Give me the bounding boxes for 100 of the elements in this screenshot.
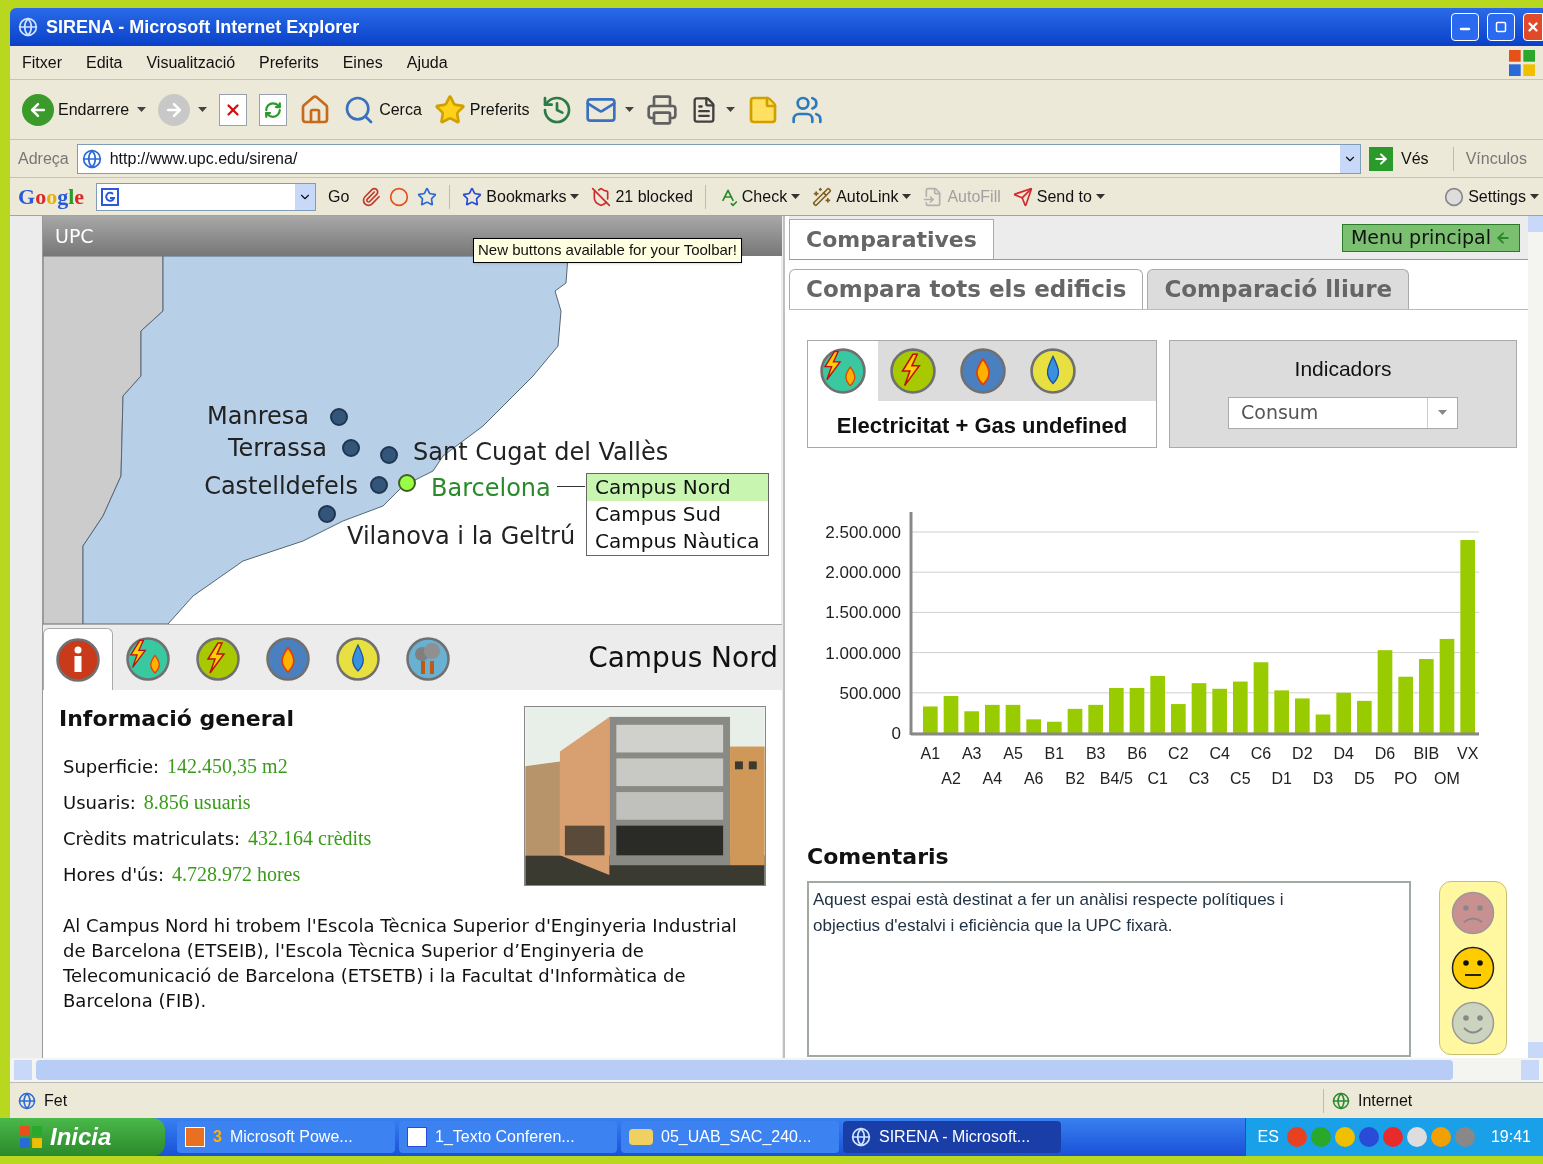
send-to-button[interactable]: Send to (1012, 184, 1105, 209)
y-tick-label: 2.000.000 (825, 563, 901, 583)
energy-tab[interactable] (808, 341, 878, 401)
taskbar-button[interactable]: SIRENA - Microsoft... (843, 1121, 1061, 1153)
category-tab[interactable] (43, 628, 113, 690)
spell-check-button[interactable]: Check (704, 184, 801, 209)
windows-logo-icon (20, 1126, 42, 1148)
city-label[interactable]: Vilanova i la Geltrú (347, 518, 576, 554)
bar (1336, 692, 1351, 733)
stop-button[interactable] (219, 93, 248, 126)
city-label[interactable]: Sant Cugat del Vallès (413, 434, 669, 470)
menu-item[interactable]: Ajuda (406, 50, 448, 75)
minimize-button[interactable] (1451, 13, 1479, 41)
caret-icon (791, 194, 801, 199)
bookmarks-button[interactable]: Bookmarks (449, 184, 580, 209)
maximize-button[interactable] (1487, 13, 1515, 41)
leader-line (557, 486, 585, 487)
links-label[interactable]: Vínculos (1452, 146, 1543, 171)
comment-box[interactable]: Aquest espai està destinat a fer un anàlisi respecte polítiques i objectius d'estalvi i eficiència que la UPC fixarà. (807, 881, 1411, 1057)
clock: 19:41 (1489, 1127, 1531, 1147)
info-value: 142.450,35 m2 (167, 754, 288, 779)
x-tick-label: C5 (1230, 770, 1251, 787)
info-value: 4.728.972 hores (171, 862, 301, 887)
popup-blocker-button[interactable]: 21 blocked (591, 184, 693, 209)
go-button[interactable]: Go (328, 184, 350, 209)
info-label: Hores d'ús: (63, 863, 164, 887)
campus-item[interactable]: Campus Sud (587, 501, 768, 528)
info-label: Superficie: (63, 755, 160, 779)
bar (1109, 688, 1124, 733)
wand-icon (812, 186, 833, 207)
taskbar-button[interactable]: 3 Microsoft Powe... (177, 1121, 395, 1153)
menu-item[interactable]: Fitxer (22, 50, 62, 75)
campus-item[interactable]: Campus Nàutica (587, 528, 768, 555)
taskbar-button[interactable]: 1_Texto Conferen... (399, 1121, 617, 1153)
menu-item[interactable]: Eines (342, 50, 383, 75)
close-icon (1526, 20, 1540, 34)
close-button[interactable] (1523, 13, 1543, 41)
print-button[interactable] (646, 93, 679, 126)
address-field[interactable]: http://www.upc.edu/sirena/ (76, 143, 1362, 174)
y-tick-label: 1.000.000 (825, 643, 901, 663)
document-icon (407, 1127, 427, 1147)
bar (1233, 681, 1248, 733)
x-tick-label: D3 (1312, 770, 1334, 787)
main-menu-button[interactable]: Menu principal (1341, 223, 1520, 252)
section-tab[interactable]: Comparatives (789, 219, 994, 259)
menu-item[interactable]: Preferits (259, 50, 319, 75)
vertical-scrollbar[interactable] (1528, 216, 1543, 1058)
happy-face-icon[interactable] (1451, 1000, 1495, 1045)
flame-icon (266, 637, 310, 681)
globe-icon (1332, 1091, 1350, 1110)
bar (1005, 704, 1021, 733)
info-label: Crèdits matriculats: (63, 827, 241, 851)
menu-item[interactable]: Visualització (146, 50, 236, 75)
indicator-select[interactable]: Consum (1228, 396, 1458, 429)
autolink-button[interactable]: AutoLink (812, 184, 912, 209)
bar (1398, 676, 1413, 733)
zone-label: Internet (1358, 1090, 1413, 1111)
comparison-tab[interactable]: Compara tots els edificis (789, 269, 1144, 309)
x-tick-label: B1 (1044, 745, 1065, 762)
x-tick-label: A4 (982, 770, 1003, 787)
bar (1171, 704, 1186, 733)
info-value: 432.164 crèdits (248, 826, 372, 851)
bar (1315, 714, 1331, 733)
refresh-button[interactable] (259, 93, 288, 126)
address-label: Adreça (18, 148, 69, 169)
energy-label: Electricitat + Gas undefined (835, 412, 1129, 440)
campus-item[interactable]: Campus Nord (587, 474, 768, 501)
lightning-icon (196, 637, 240, 681)
status-text: Fet (44, 1090, 69, 1111)
search-button[interactable]: Cerca (343, 93, 422, 126)
horizontal-scrollbar[interactable] (10, 1058, 1543, 1082)
x-tick-label: B3 (1085, 745, 1106, 762)
lightning-flame-icon (126, 637, 170, 681)
x-tick-label: D6 (1374, 745, 1396, 762)
bar (1191, 683, 1207, 733)
info-value: 8.856 usuaris (143, 790, 251, 815)
back-button[interactable]: Endarrere (22, 93, 147, 126)
settings-button[interactable]: Settings (1444, 184, 1543, 209)
go-button[interactable]: Vés (1369, 146, 1445, 171)
menu-item[interactable]: Edita (86, 50, 123, 75)
x-tick-label: C4 (1209, 745, 1230, 762)
blocked-icon (591, 186, 612, 207)
campus-description: Al Campus Nord hi trobem l'Escola Tècnica Superior d'Enginyeria Industrial de Barcelona (ETSEIB), l'Escola Tècnica Superior d’Enginyeria de Telecomunicació de Barcelona (ETSETB) i la Facultat d'Informàtica de Barcelona (FIB). (62, 914, 738, 1013)
star-icon (462, 186, 483, 207)
taskbar-button[interactable]: 05_UAB_SAC_240... (621, 1121, 839, 1153)
google-logo: Google (18, 183, 84, 211)
x-tick-label: D4 (1333, 745, 1354, 762)
flame-icon (960, 348, 1006, 394)
neutral-face-icon[interactable] (1451, 946, 1495, 990)
browser-icon (18, 17, 38, 37)
city-label[interactable]: Barcelona (431, 470, 551, 506)
comments-heading: Comentaris (806, 843, 950, 871)
refresh-icon (259, 93, 288, 126)
comparison-tab[interactable]: Comparació lliure (1147, 269, 1410, 309)
search-field[interactable] (96, 182, 316, 211)
x-tick-label: C3 (1188, 770, 1210, 787)
star-icon (433, 93, 466, 126)
city-label[interactable]: Castelldefels (204, 468, 358, 504)
favorites-button[interactable]: Preferits (433, 93, 530, 126)
sad-face-icon[interactable] (1451, 891, 1495, 936)
